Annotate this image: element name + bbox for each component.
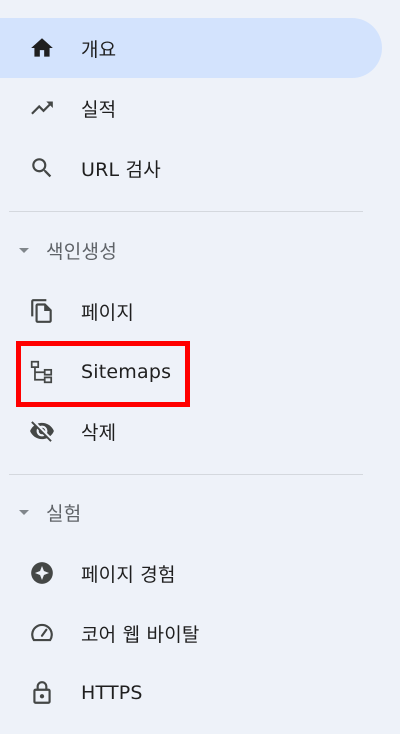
sidebar-item-label: URL 검사 <box>81 158 161 181</box>
sidebar-item-pages[interactable]: 페이지 <box>0 281 382 341</box>
sidebar-item-url-inspection[interactable]: URL 검사 <box>0 138 382 198</box>
sidebar-item-label: Sitemaps <box>81 361 172 383</box>
sidebar-item-core-web-vitals[interactable]: 코어 웹 바이탈 <box>0 603 382 663</box>
sidebar-item-label: 페이지 <box>81 301 135 324</box>
sidebar-item-label: 개요 <box>81 38 117 61</box>
search-icon <box>29 155 55 181</box>
home-icon <box>29 35 55 61</box>
trending-up-icon <box>29 95 55 121</box>
sidebar-item-performance[interactable]: 실적 <box>0 78 382 138</box>
section-header-indexing[interactable]: 색인생성 <box>0 220 382 280</box>
sidebar-item-label: 삭제 <box>81 421 117 444</box>
copy-pages-icon <box>29 298 55 324</box>
divider <box>9 211 363 212</box>
section-label: 색인생성 <box>46 240 118 263</box>
section-label: 실험 <box>46 502 82 525</box>
section-header-experience[interactable]: 실험 <box>0 482 382 542</box>
sidebar-item-label: HTTPS <box>81 682 143 704</box>
star-badge-icon <box>29 560 55 586</box>
sidebar-item-page-experience[interactable]: 페이지 경험 <box>0 543 382 603</box>
sidebar-item-removals[interactable]: 삭제 <box>0 401 382 461</box>
divider <box>9 474 363 475</box>
sidebar-item-overview[interactable]: 개요 <box>0 18 382 78</box>
sidebar-item-label: 코어 웹 바이탈 <box>81 623 200 646</box>
lock-icon <box>29 680 55 706</box>
sidebar-item-label: 실적 <box>81 98 117 121</box>
caret-down-icon <box>17 505 31 519</box>
speedometer-icon <box>29 620 55 646</box>
sidebar-item-label: 페이지 경험 <box>81 563 176 586</box>
sidebar-item-https[interactable]: HTTPS <box>0 663 382 723</box>
sitemap-icon <box>29 359 55 385</box>
caret-down-icon <box>17 243 31 257</box>
sidebar-item-sitemaps[interactable]: Sitemaps <box>0 342 382 402</box>
eye-off-icon <box>29 418 55 444</box>
sidebar-nav: 개요 실적 URL 검사 색인생성 페이지 Sitemaps 삭제 실험 페이지… <box>0 0 400 734</box>
